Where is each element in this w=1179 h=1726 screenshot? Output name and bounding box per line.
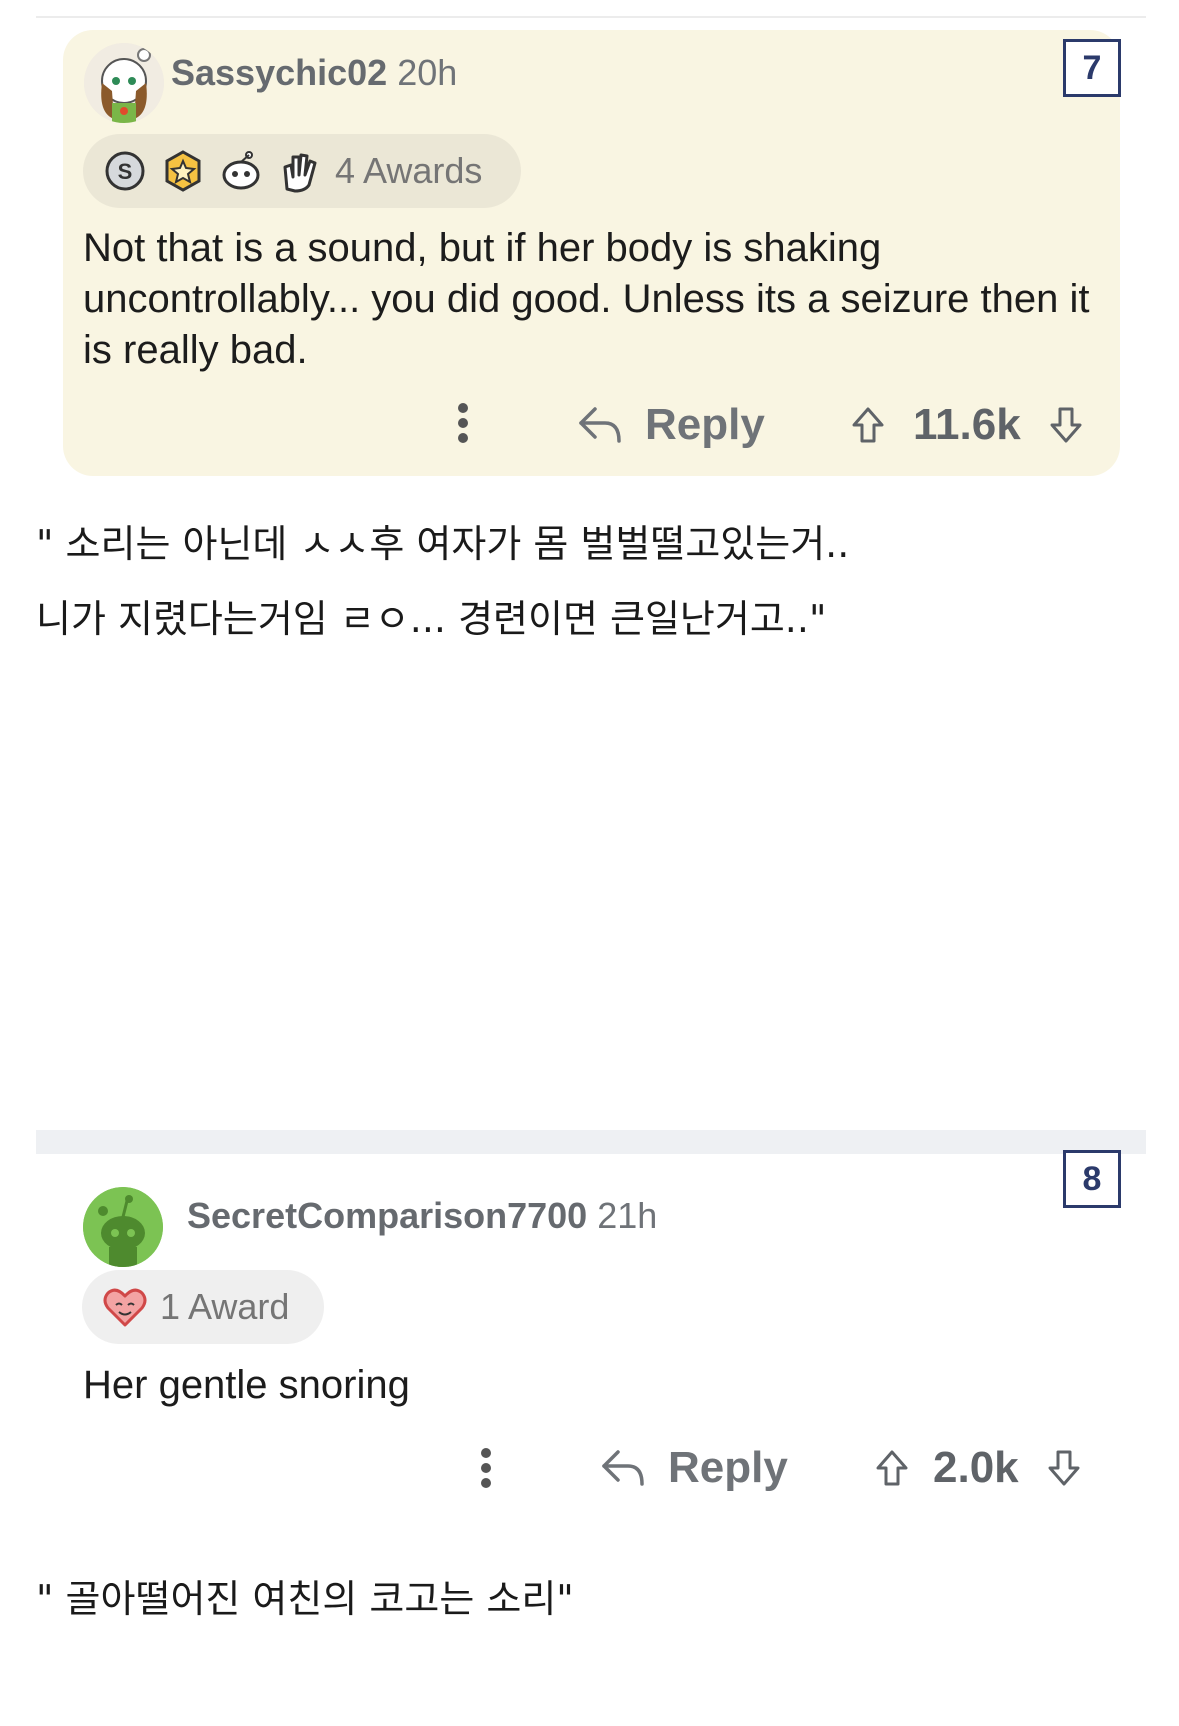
comment-actions: Reply 2.0k <box>0 1443 1179 1503</box>
wholesome-heart-icon <box>102 1285 147 1329</box>
translation-line: " 골아떨어진 여친의 코고는 소리" <box>36 1577 574 1621</box>
awards-pill[interactable]: 1 Award <box>82 1270 324 1344</box>
comment-card-7: Sassychic02 20h S 4 Awards Not that is a … <box>63 30 1120 476</box>
gold-award-icon <box>161 149 205 193</box>
comment-number-badge: 8 <box>1063 1150 1121 1208</box>
svg-text:S: S <box>118 159 133 184</box>
upvote-icon[interactable] <box>851 405 885 445</box>
awards-pill[interactable]: S 4 Awards <box>83 134 521 208</box>
awards-label: 1 Award <box>160 1286 290 1327</box>
clapping-hands-icon <box>277 149 321 193</box>
vote-score: 11.6k <box>913 400 1021 449</box>
helpful-snoo-icon <box>219 149 263 193</box>
comment-username[interactable]: SecretComparison7700 21h <box>187 1195 657 1237</box>
user-avatar[interactable] <box>83 1187 163 1267</box>
reply-label: Reply <box>645 400 765 449</box>
comment-body: Her gentle snoring <box>83 1363 410 1407</box>
top-divider <box>36 16 1146 18</box>
reply-button[interactable]: Reply <box>577 400 765 450</box>
username-text[interactable]: SecretComparison7700 <box>187 1195 587 1236</box>
section-divider <box>36 1130 1146 1154</box>
comment-actions: Reply 11.6k <box>63 400 1120 460</box>
translation-line: " 소리는 아닌데 ㅅㅅ후 여자가 몸 벌벌떨고있는거.. <box>36 522 850 566</box>
reply-label: Reply <box>668 1443 788 1492</box>
silver-coin-icon: S <box>103 149 147 193</box>
reply-arrow-icon <box>602 1450 644 1486</box>
more-options-icon[interactable] <box>457 402 469 444</box>
vote-score: 2.0k <box>933 1443 1019 1492</box>
awards-label: 4 Awards <box>335 150 483 191</box>
vote-control: 2.0k <box>875 1443 1081 1493</box>
comment-time: 20h <box>397 52 458 93</box>
upvote-icon[interactable] <box>875 1448 909 1488</box>
translation-line: 니가 지렸다는거임 ㄹㅇ... 경련이면 큰일난거고.." <box>36 597 827 641</box>
comment-number-badge: 7 <box>1063 39 1121 97</box>
downvote-icon[interactable] <box>1049 405 1083 445</box>
comment-time: 21h <box>597 1195 658 1236</box>
reply-button[interactable]: Reply <box>600 1443 788 1493</box>
user-avatar[interactable] <box>84 43 164 123</box>
comment-body: Not that is a sound, but if her body is … <box>83 226 1090 372</box>
reply-arrow-icon <box>579 407 621 443</box>
username-text[interactable]: Sassychic02 <box>171 52 387 93</box>
vote-control: 11.6k <box>851 400 1083 450</box>
downvote-icon[interactable] <box>1047 1448 1081 1488</box>
more-options-icon[interactable] <box>480 1447 492 1489</box>
comment-username[interactable]: Sassychic02 20h <box>171 52 457 94</box>
